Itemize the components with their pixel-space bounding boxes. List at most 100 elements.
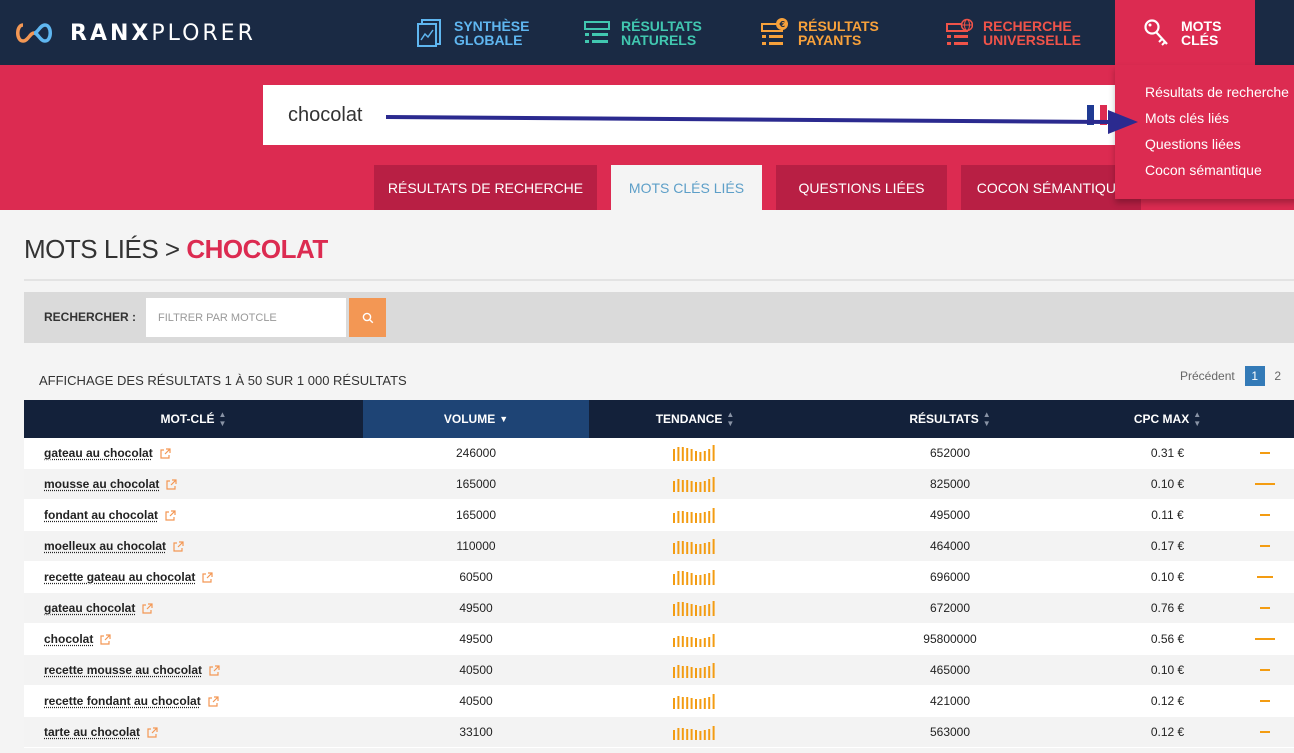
external-link-icon[interactable] xyxy=(100,633,111,645)
trend-bar xyxy=(695,699,697,709)
cpc-cell: 0.31 € xyxy=(1150,446,1185,460)
trend-bar xyxy=(681,666,684,678)
nav-payants-label: RÉSULTATS PAYANTS xyxy=(798,17,879,48)
trend-cell xyxy=(589,445,801,461)
trend-bar xyxy=(686,448,689,461)
results-cell: 421000 xyxy=(929,694,971,708)
volume-cell: 246000 xyxy=(455,446,497,460)
nav-synthese-label: SYNTHÈSE GLOBALE xyxy=(454,17,530,48)
nav-recherche-universelle[interactable]: RECHERCHE UNIVERSELLE xyxy=(945,0,1081,65)
trend-bar xyxy=(673,481,675,492)
trend-bar xyxy=(703,574,706,585)
cpc-cell: 0.12 € xyxy=(1150,694,1185,708)
pagination: Précédent 1 2 xyxy=(1180,366,1291,386)
tab-cocon-semantique[interactable]: COCON SÉMANTIQUE xyxy=(961,165,1141,210)
external-link-icon[interactable] xyxy=(165,509,176,521)
page-title: MOTS LIÉS > CHOCOLAT xyxy=(24,234,328,264)
volume-cell: 49500 xyxy=(459,632,493,646)
tab-resultats-recherche[interactable]: RÉSULTATS DE RECHERCHE xyxy=(374,165,597,210)
brand-logo[interactable]: RANXPLORER xyxy=(12,20,256,46)
dropdown-item-mots-cles-lies[interactable]: Mots clés liés xyxy=(1145,109,1294,135)
trend-bar xyxy=(699,575,702,585)
trend-bar xyxy=(712,508,715,523)
keyword-link[interactable]: chocolat xyxy=(44,632,93,646)
trend-bar xyxy=(677,665,680,678)
annotation-arrow xyxy=(386,110,1138,134)
trend-bar xyxy=(699,668,702,678)
trend-bar xyxy=(690,512,693,523)
trend-bar xyxy=(695,730,697,740)
external-link-icon[interactable] xyxy=(208,695,219,707)
trend-bar xyxy=(673,574,675,585)
filter-keyword-input[interactable] xyxy=(146,298,346,337)
col-header-results[interactable]: RÉSULTATS ▲ ▼ xyxy=(801,400,1099,438)
external-link-icon[interactable] xyxy=(147,726,158,738)
keyword-link[interactable]: tarte au chocolat xyxy=(44,725,140,739)
pager-previous[interactable]: Précédent xyxy=(1180,369,1235,383)
tab-questions-liees[interactable]: QUESTIONS LIÉES xyxy=(776,165,947,210)
results-cell: 495000 xyxy=(929,508,971,522)
keyword-link[interactable]: gateau chocolat xyxy=(44,601,135,615)
trend-bar xyxy=(686,666,689,678)
trend-bar xyxy=(703,605,706,616)
trend-sparkline xyxy=(673,663,715,678)
trend-bar xyxy=(699,639,702,647)
keyword-link[interactable]: recette gateau au chocolat xyxy=(44,570,195,584)
col-header-keyword[interactable]: MOT-CLÉ ▲ ▼ xyxy=(24,400,363,438)
cpc-cell: 0.10 € xyxy=(1150,663,1185,677)
keyword-link[interactable]: fondant au chocolat xyxy=(44,508,158,522)
col-header-cpc[interactable]: CPC MAX ▲ ▼ xyxy=(1099,400,1236,438)
external-link-icon[interactable] xyxy=(202,571,213,583)
keyword-link[interactable]: mousse au chocolat xyxy=(44,477,159,491)
trend-cell xyxy=(589,600,801,616)
keyword-cell: chocolat xyxy=(24,632,363,646)
keyword-link[interactable]: recette fondant au chocolat xyxy=(44,694,201,708)
dropdown-item-resultats-recherche[interactable]: Résultats de recherche xyxy=(1145,83,1294,109)
competition-cell xyxy=(1236,607,1294,609)
trend-bar xyxy=(690,604,693,616)
nav-mots-cles[interactable]: MOTS CLÉS xyxy=(1115,0,1255,65)
col-header-trend[interactable]: TENDANCE ▲ ▼ xyxy=(589,400,801,438)
sort-icon: ▲ ▼ xyxy=(218,410,227,428)
results-count-info: AFFICHAGE DES RÉSULTATS 1 À 50 SUR 1 000… xyxy=(39,373,407,388)
competition-cell xyxy=(1236,638,1294,640)
col-header-volume[interactable]: VOLUME ▼ xyxy=(363,400,589,438)
dropdown-item-cocon-semantique[interactable]: Cocon sémantique xyxy=(1145,161,1294,187)
nav-resultats-naturels[interactable]: RÉSULTATS NATURELS xyxy=(583,0,711,65)
document-chart-icon xyxy=(417,18,441,47)
trend-cell xyxy=(589,569,801,585)
nav-resultats-payants[interactable]: € RÉSULTATS PAYANTS xyxy=(760,0,888,65)
filter-search-button[interactable] xyxy=(349,298,386,337)
table-body: gateau au chocolat 246000 652000 0.31 € … xyxy=(24,438,1294,748)
globe-list-icon xyxy=(946,18,973,45)
trend-bar xyxy=(677,447,680,461)
trend-bar xyxy=(681,511,684,523)
table-row: recette fondant au chocolat 40500 421000… xyxy=(24,686,1294,717)
svg-text:€: € xyxy=(779,20,786,29)
keyword-cell: mousse au chocolat xyxy=(24,477,363,491)
external-link-icon[interactable] xyxy=(209,664,220,676)
trend-sparkline xyxy=(673,634,715,647)
dropdown-item-questions-liees[interactable]: Questions liées xyxy=(1145,135,1294,161)
external-link-icon[interactable] xyxy=(142,602,153,614)
trend-bar xyxy=(686,637,689,647)
trend-bar xyxy=(708,449,711,461)
trend-bar xyxy=(695,575,697,585)
external-link-icon[interactable] xyxy=(166,478,177,490)
competition-bar xyxy=(1255,483,1275,485)
nav-synthese-globale[interactable]: SYNTHÈSE GLOBALE xyxy=(416,0,544,65)
cpc-cell: 0.12 € xyxy=(1150,725,1185,739)
keyword-link[interactable]: recette mousse au chocolat xyxy=(44,663,202,677)
pager-page-1[interactable]: 1 xyxy=(1244,366,1265,386)
trend-bar xyxy=(686,572,689,585)
keyword-link[interactable]: gateau au chocolat xyxy=(44,446,153,460)
keyword-link[interactable]: moelleux au chocolat xyxy=(44,539,166,553)
trend-bar xyxy=(703,667,706,678)
external-link-icon[interactable] xyxy=(173,540,184,552)
competition-cell xyxy=(1236,514,1294,516)
pager-page-2[interactable]: 2 xyxy=(1268,366,1288,386)
tab-mots-cles-lies[interactable]: MOTS CLÉS LIÉS xyxy=(611,165,762,210)
volume-cell: 110000 xyxy=(456,539,496,553)
trend-bar xyxy=(712,601,715,616)
external-link-icon[interactable] xyxy=(160,447,171,459)
